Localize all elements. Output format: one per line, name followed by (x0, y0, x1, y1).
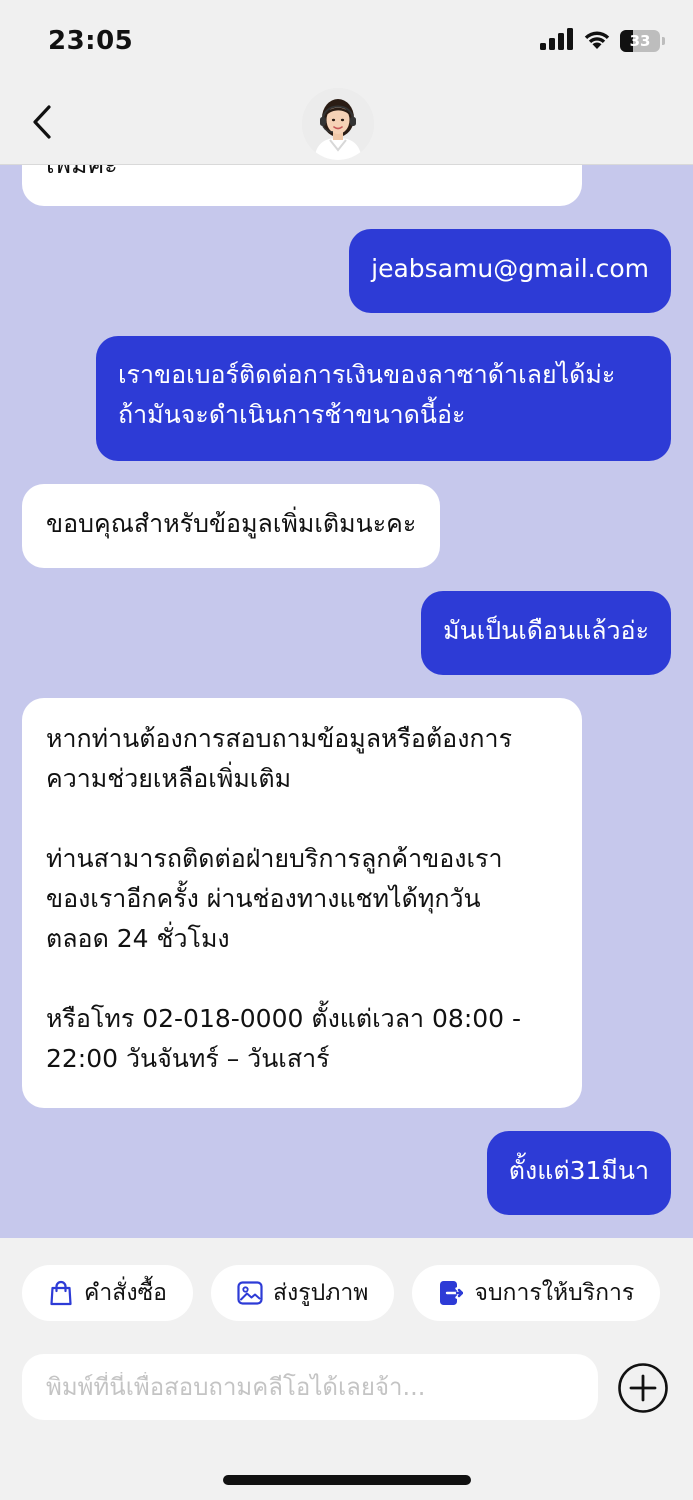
add-button[interactable] (617, 1362, 669, 1414)
plus-circle-icon (617, 1363, 669, 1418)
message-input-container (22, 1354, 598, 1420)
agent-avatar[interactable] (302, 88, 374, 160)
back-button[interactable] (22, 100, 62, 148)
send-image-button[interactable]: ส่งรูปภาพ (211, 1265, 395, 1321)
status-bar: 23:05 33 (0, 0, 693, 84)
message-outgoing: jeabsamu@gmail.com (349, 229, 671, 313)
orders-label: คำสั่งซื้อ (84, 1280, 167, 1306)
signal-icon (540, 28, 574, 54)
shopping-bag-icon (48, 1280, 74, 1306)
status-time: 23:05 (48, 26, 134, 56)
battery-icon: 33 (620, 30, 660, 52)
bottom-panel: คำสั่งซื้อ ส่งรูปภาพ จบการให้บริการ พิมพ… (0, 1238, 693, 1500)
chat-messages[interactable]: เพิ่มค่ะ jeabsamu@gmail.com เราขอเบอร์ติ… (0, 165, 693, 1238)
message-input[interactable] (44, 1372, 576, 1402)
chat-header (0, 84, 693, 165)
home-indicator (223, 1475, 471, 1485)
image-icon (237, 1280, 263, 1306)
message-incoming: เพิ่มค่ะ (22, 165, 582, 206)
message-outgoing: เราขอเบอร์ติดต่อการเงินของลาซาด้าเลยได้ม… (96, 336, 671, 461)
wifi-icon (582, 28, 612, 54)
quick-actions: คำสั่งซื้อ ส่งรูปภาพ จบการให้บริการ (22, 1265, 661, 1321)
chevron-left-icon (30, 104, 54, 144)
message-incoming: ขอบคุณสำหรับข้อมูลเพิ่มเติมนะคะ (22, 484, 441, 568)
orders-button[interactable]: คำสั่งซื้อ (22, 1265, 193, 1321)
message-outgoing: มันเป็นเดือนแล้วอ่ะ (421, 591, 671, 675)
message-incoming: หากท่านต้องการสอบถามข้อมูลหรือต้องการ คว… (22, 698, 582, 1108)
status-icons: 33 (540, 28, 665, 54)
end-service-button[interactable]: จบการให้บริการ (412, 1265, 661, 1321)
message-outgoing: ตั้งแต่31มีนา (486, 1131, 671, 1215)
send-image-label: ส่งรูปภาพ (273, 1280, 369, 1306)
battery-cap (662, 37, 665, 45)
exit-icon (438, 1280, 464, 1306)
battery-level: 33 (629, 32, 651, 50)
end-service-label: จบการให้บริการ (474, 1280, 635, 1306)
